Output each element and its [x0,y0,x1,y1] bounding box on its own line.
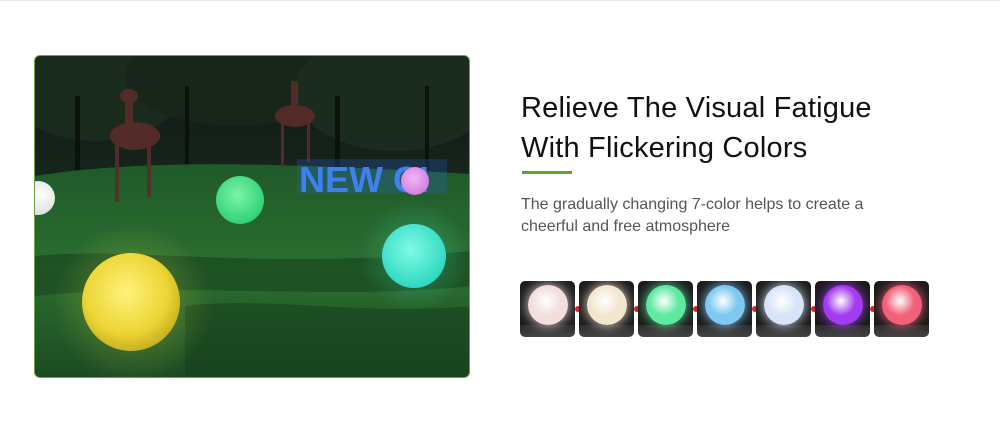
description: The gradually changing 7-color helps to … [521,194,941,238]
color-swatch-1 [520,281,575,337]
description-line-1: The gradually changing 7-color helps to … [521,196,864,213]
description-line-2: cheerful and free atmosphere [521,218,731,235]
ball-glow-3 [646,285,686,325]
ball-glow-2 [587,285,627,325]
ball-glow-6 [823,285,863,325]
color-swatch-2 [579,281,634,337]
headline-line-2: With Flickering Colors [521,132,808,164]
ball-glow-1 [528,285,568,325]
ball-glow-7 [882,285,922,325]
garden-ball-lights-photo: NEW CI [34,55,470,378]
headline-line-1: Relieve The Visual Fatigue [521,92,872,124]
ball-glow-5 [764,285,804,325]
accent-underline [522,171,572,174]
color-swatch-6 [815,281,870,337]
color-swatch-4 [697,281,752,337]
color-sequence-strip [520,281,930,337]
color-swatch-7 [874,281,929,337]
color-swatch-5 [756,281,811,337]
color-swatch-3 [638,281,693,337]
ball-glow-4 [705,285,745,325]
headline: Relieve The Visual Fatigue With Flickeri… [521,88,961,168]
top-divider [0,0,1000,1]
